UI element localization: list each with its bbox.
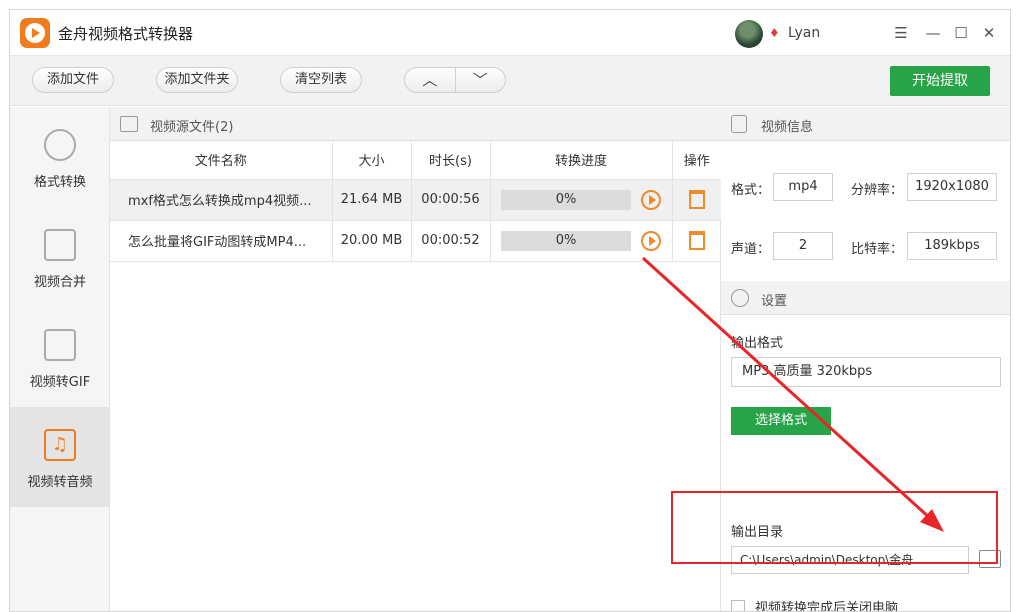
format-convert-icon	[44, 129, 76, 161]
annotation-highlight-box	[671, 491, 998, 564]
play-icon[interactable]	[641, 189, 661, 210]
user-avatar[interactable]	[735, 20, 763, 48]
video-info-icon	[731, 115, 747, 133]
video-info-title: 视频信息	[761, 120, 814, 135]
toolbar: 添加文件 添加文件夹 清空列表 ︿ ﹀ 开始提取	[10, 56, 1010, 106]
progress-bar: 0%	[501, 230, 631, 251]
app-title: 金舟视频格式转换器	[58, 25, 194, 43]
move-down-button[interactable]: ﹀	[456, 68, 506, 92]
user-name[interactable]: Lyan	[788, 25, 820, 41]
trash-icon[interactable]	[688, 231, 705, 250]
action-cell	[672, 179, 721, 221]
file-duration: 00:00:52	[411, 220, 491, 262]
add-folder-button[interactable]: 添加文件夹	[156, 67, 238, 93]
resolution-value: 1920x1080	[907, 173, 997, 201]
file-list-panel: 视频源文件(2) 文件名称 大小 时长(s) 转换进度 操作 mxf格式怎么转换…	[110, 107, 721, 611]
progress-cell: 0%	[490, 179, 673, 221]
progress-bar: 0%	[501, 189, 631, 210]
format-label: 格式：	[731, 183, 771, 198]
clear-list-button[interactable]: 清空列表	[280, 67, 362, 93]
sidebar-item-video-to-gif[interactable]: 视频转GIF	[10, 307, 110, 407]
action-cell	[672, 220, 721, 262]
column-header-duration: 时长(s)	[411, 141, 491, 180]
file-list-header: 视频源文件(2)	[110, 107, 721, 141]
output-format-label: 输出格式	[731, 336, 784, 351]
column-header-name: 文件名称	[110, 141, 333, 180]
video-to-gif-icon	[44, 329, 76, 361]
vip-badge-icon: ♦	[769, 26, 780, 40]
play-icon[interactable]	[641, 230, 661, 251]
file-size: 20.00 MB	[332, 220, 412, 262]
video-file-icon	[120, 116, 138, 132]
column-header-size: 大小	[332, 141, 412, 180]
resolution-label: 分辨率：	[851, 183, 904, 198]
settings-title: 设置	[761, 294, 788, 309]
sidebar-item-label: 格式转换	[33, 175, 86, 190]
title-bar: 金舟视频格式转换器 ♦ Lyan ☰ — ☐ ✕	[10, 10, 1010, 56]
trash-icon[interactable]	[688, 190, 705, 209]
video-merge-icon	[44, 229, 76, 261]
column-header-actions: 操作	[672, 141, 721, 180]
file-name: mxf格式怎么转换成mp4视频...	[110, 179, 333, 221]
maximize-button[interactable]: ☐	[950, 22, 972, 44]
file-name: 怎么批量将GIF动图转成MP4...	[110, 220, 333, 262]
channels-value: 2	[773, 232, 833, 260]
start-extract-button[interactable]: 开始提取	[890, 66, 990, 96]
column-header-progress: 转换进度	[490, 141, 673, 180]
sidebar-item-video-to-audio[interactable]: ♫ 视频转音频	[10, 407, 110, 507]
app-logo-icon	[20, 18, 50, 48]
settings-header: 设置	[721, 281, 1010, 315]
table-header-row: 文件名称 大小 时长(s) 转换进度 操作	[110, 141, 721, 180]
sidebar-item-label: 视频合并	[33, 275, 86, 290]
progress-cell: 0%	[490, 220, 673, 262]
file-table: 文件名称 大小 时长(s) 转换进度 操作 mxf格式怎么转换成mp4视频...…	[110, 141, 721, 262]
shutdown-checkbox[interactable]	[731, 600, 745, 611]
gear-icon	[731, 289, 749, 307]
video-info-header: 视频信息	[721, 107, 1010, 141]
output-format-field[interactable]: MP3 高质量 320kbps	[731, 357, 1001, 387]
sidebar-item-format-convert[interactable]: 格式转换	[10, 107, 110, 207]
file-duration: 00:00:56	[411, 179, 491, 221]
move-up-button[interactable]: ︿	[405, 68, 456, 92]
file-count-title: 视频源文件(2)	[150, 120, 234, 135]
file-size: 21.64 MB	[332, 179, 412, 221]
sidebar-item-video-merge[interactable]: 视频合并	[10, 207, 110, 307]
shutdown-label: 视频转换完成后关闭电脑	[755, 601, 899, 612]
channels-label: 声道：	[731, 242, 771, 257]
sidebar-item-label: 视频转GIF	[29, 375, 91, 390]
table-row[interactable]: 怎么批量将GIF动图转成MP4... 20.00 MB 00:00:52 0%	[110, 220, 721, 262]
menu-button[interactable]: ☰	[890, 22, 912, 44]
minimize-button[interactable]: —	[922, 22, 944, 44]
format-value: mp4	[773, 173, 833, 201]
move-buttons: ︿ ﹀	[404, 67, 506, 93]
bitrate-label: 比特率：	[851, 242, 904, 257]
bitrate-value: 189kbps	[907, 232, 997, 260]
table-row[interactable]: mxf格式怎么转换成mp4视频... 21.64 MB 00:00:56 0%	[110, 179, 721, 221]
sidebar-item-label: 视频转音频	[27, 475, 93, 490]
music-note-icon: ♫	[44, 429, 76, 461]
add-file-button[interactable]: 添加文件	[32, 67, 114, 93]
close-button[interactable]: ✕	[978, 22, 1000, 44]
sidebar: 格式转换 视频合并 视频转GIF ♫ 视频转音频	[10, 107, 110, 611]
choose-format-button[interactable]: 选择格式	[731, 407, 831, 435]
